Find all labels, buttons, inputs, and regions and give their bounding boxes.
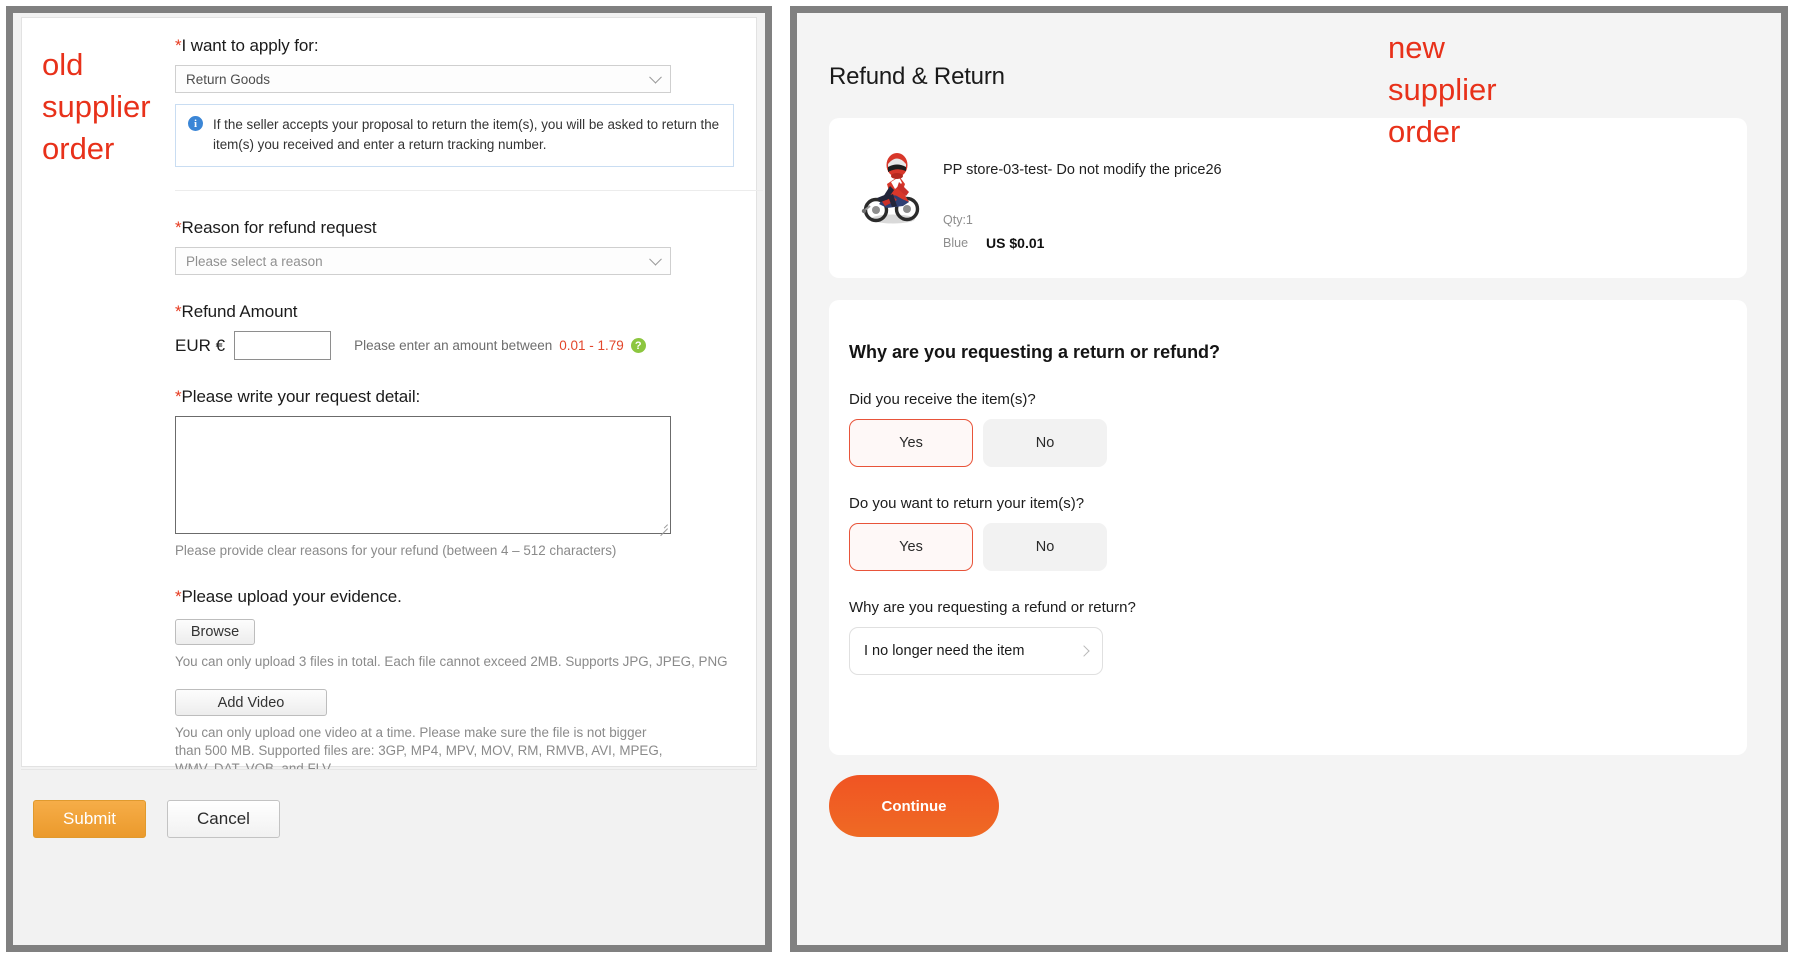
old-order-form-card: old supplier order *I want to apply for:…: [21, 17, 763, 776]
browse-button[interactable]: Browse: [175, 619, 255, 645]
continue-button[interactable]: Continue: [829, 775, 999, 837]
request-detail-hint: Please provide clear reasons for your re…: [175, 543, 617, 558]
return-option-yes[interactable]: Yes: [849, 523, 973, 571]
apply-for-value: Return Goods: [186, 71, 271, 87]
chevron-right-icon: [1078, 645, 1090, 657]
browse-hint: You can only upload 3 files in total. Ea…: [175, 654, 728, 669]
product-card: PP store-03-test- Do not modify the pric…: [829, 118, 1747, 278]
chevron-down-icon: [649, 252, 662, 266]
question-received-options: Yes No: [849, 419, 1727, 467]
add-video-button[interactable]: Add Video: [175, 689, 327, 716]
product-variant-row: Blue US $0.01: [943, 235, 1719, 251]
field-evidence-upload: *Please upload your evidence. Browse You…: [175, 587, 735, 778]
reason-placeholder: Please select a reason: [186, 253, 323, 269]
old-form-column: *I want to apply for: Return Goods i If …: [175, 36, 763, 778]
product-variant: Blue: [943, 236, 969, 250]
old-panel-inner: old supplier order *I want to apply for:…: [13, 13, 765, 945]
info-icon: i: [188, 116, 203, 131]
field-apply-for: *I want to apply for: Return Goods: [175, 36, 735, 93]
chevron-down-icon: [649, 70, 662, 84]
field-request-detail: *Please write your request detail: Pleas…: [175, 387, 735, 560]
received-option-yes[interactable]: Yes: [849, 419, 973, 467]
request-detail-label: *Please write your request detail:: [175, 387, 421, 406]
request-detail-textarea[interactable]: [175, 416, 671, 534]
question-return-options: Yes No: [849, 523, 1727, 571]
question-mark-icon[interactable]: ?: [630, 338, 646, 353]
product-qty: Qty:1: [943, 213, 973, 227]
product-row: PP store-03-test- Do not modify the pric…: [829, 118, 1747, 251]
received-option-no[interactable]: No: [983, 419, 1107, 467]
apply-for-select[interactable]: Return Goods: [175, 65, 671, 93]
question-return-label: Do you want to return your item(s)?: [849, 495, 1085, 512]
reason-select[interactable]: Please select a reason: [175, 247, 671, 275]
refund-amount-label: *Refund Amount: [175, 302, 298, 321]
product-meta: Qty:1 Blue US $0.01: [943, 213, 1719, 251]
page-title: Refund & Return: [829, 63, 1005, 90]
question-reason-label: Why are you requesting a refund or retur…: [849, 599, 1136, 616]
screenshot-stage: old supplier order *I want to apply for:…: [0, 0, 1794, 958]
motorcycle-rider-image: [857, 142, 927, 228]
evidence-label: *Please upload your evidence.: [175, 587, 402, 606]
old-form-actions: Submit Cancel: [33, 800, 280, 838]
refund-amount-row: EUR € Please enter an amount between 0.0…: [175, 331, 735, 360]
refund-amount-range: 0.01 - 1.79: [559, 338, 624, 353]
return-info-text: If the seller accepts your proposal to r…: [213, 117, 720, 152]
submit-button[interactable]: Submit: [33, 800, 146, 838]
annotation-old-supplier-order: old supplier order: [42, 47, 151, 166]
old-supplier-order-panel: old supplier order *I want to apply for:…: [6, 6, 772, 952]
product-price: US $0.01: [986, 235, 1045, 251]
refund-amount-hint: Please enter an amount between 0.01 - 1.…: [354, 338, 646, 353]
refund-amount-hint-prefix: Please enter an amount between: [354, 338, 553, 353]
annotation-new-supplier-order: new supplier order: [1388, 30, 1497, 149]
reason-label: *Reason for refund request: [175, 218, 377, 237]
return-info-banner: i If the seller accepts your proposal to…: [175, 104, 734, 167]
field-refund-amount: *Refund Amount EUR € Please enter an amo…: [175, 302, 735, 360]
refund-amount-input[interactable]: [234, 331, 332, 360]
cancel-button[interactable]: Cancel: [167, 800, 280, 838]
section-divider: [175, 190, 763, 191]
refund-reason-value: I no longer need the item: [864, 643, 1025, 659]
apply-for-label: *I want to apply for:: [175, 36, 319, 55]
questions-card: Why are you requesting a return or refun…: [829, 300, 1747, 755]
refund-reason-select[interactable]: I no longer need the item: [849, 627, 1103, 675]
add-video-wrap: Add Video: [175, 685, 735, 716]
currency-label: EUR €: [175, 335, 226, 355]
resize-handle-icon[interactable]: [657, 520, 668, 531]
field-reason: *Reason for refund request Please select…: [175, 218, 735, 275]
question-received-label: Did you receive the item(s)?: [849, 391, 1036, 408]
questions-heading: Why are you requesting a return or refun…: [849, 342, 1221, 362]
old-form-footer: Submit Cancel: [21, 769, 757, 943]
new-supplier-order-panel: Refund & Return PP store-03-test- Do not…: [790, 6, 1788, 952]
questions-body: Did you receive the item(s)? Yes No Do y…: [829, 391, 1747, 675]
product-name: PP store-03-test- Do not modify the pric…: [943, 162, 1222, 178]
product-info: PP store-03-test- Do not modify the pric…: [943, 142, 1719, 251]
new-panel-inner: Refund & Return PP store-03-test- Do not…: [797, 13, 1781, 945]
return-option-no[interactable]: No: [983, 523, 1107, 571]
